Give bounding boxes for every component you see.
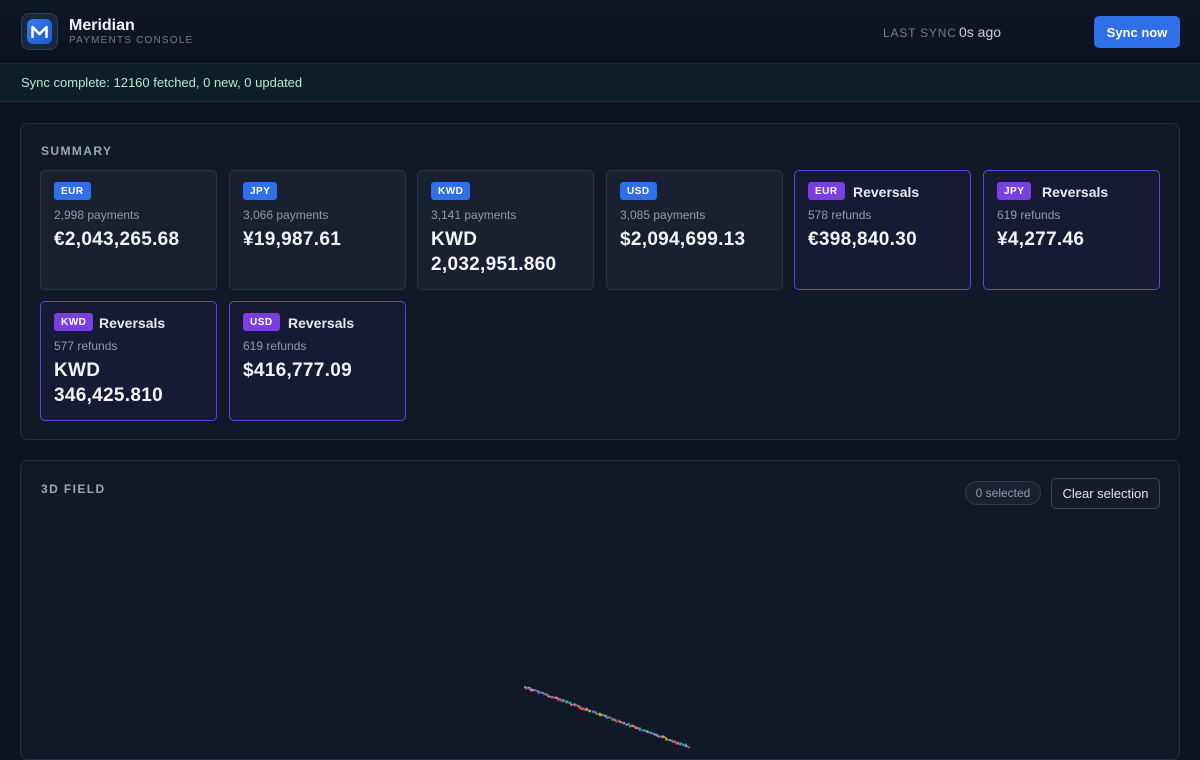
field-point[interactable] [609, 716, 612, 719]
field-point[interactable] [636, 727, 639, 730]
refund-amount: KWD 346,425.810 [54, 360, 163, 406]
summary-card-kwd-payments: KWD 3,141 payments KWD 2,032,951.860 [417, 170, 594, 290]
refund-amount: ¥4,277.46 [997, 229, 1085, 250]
field-point[interactable] [548, 695, 551, 698]
sync-status-banner: Sync complete: 12160 fetched, 0 new, 0 u… [0, 64, 1200, 102]
currency-badge: USD [620, 182, 657, 200]
field-point[interactable] [559, 699, 562, 702]
field-point[interactable] [668, 738, 672, 741]
field-point[interactable] [611, 717, 615, 720]
field-point[interactable] [688, 746, 691, 749]
refund-amount: $416,777.09 [243, 360, 352, 381]
field-point[interactable] [638, 727, 642, 730]
field-point[interactable] [555, 696, 559, 699]
summary-card-jpy-reversals: JPY Reversals 619 refunds ¥4,277.46 [983, 170, 1160, 290]
summary-card-eur-payments: EUR 2,998 payments €2,043,265.68 [40, 170, 217, 290]
summary-title: SUMMARY [41, 144, 113, 158]
brand-subtitle: PAYMENTS CONSOLE [69, 35, 194, 46]
meridian-logo-icon [21, 13, 58, 50]
field-point[interactable] [615, 720, 618, 723]
payment-count: 3,066 payments [243, 208, 329, 222]
field-point[interactable] [537, 692, 540, 695]
summary-card-usd-payments: USD 3,085 payments $2,094,699.13 [606, 170, 783, 290]
currency-badge: JPY [997, 182, 1032, 200]
field-point[interactable] [627, 723, 630, 726]
last-sync-value: 0s ago [959, 24, 1002, 40]
summary-card-jpy-payments: JPY 3,066 payments ¥19,987.61 [229, 170, 406, 290]
payment-count: 3,085 payments [620, 208, 706, 222]
selection-count-badge: 0 selected [965, 481, 1041, 505]
field-point[interactable] [532, 689, 535, 692]
field-point[interactable] [686, 745, 689, 748]
field-point[interactable] [646, 730, 650, 733]
refund-count: 619 refunds [997, 208, 1061, 222]
field-point[interactable] [662, 735, 665, 738]
reversals-label: Reversals [853, 184, 920, 200]
currency-badge: USD [243, 313, 280, 331]
currency-badge: EUR [54, 182, 91, 200]
field-point[interactable] [617, 719, 621, 722]
refund-count: 577 refunds [54, 339, 118, 353]
reversals-label: Reversals [288, 315, 355, 331]
payment-amount: €2,043,265.68 [54, 229, 180, 250]
field-point[interactable] [620, 721, 623, 724]
clear-selection-button[interactable]: Clear selection [1051, 478, 1160, 509]
payment-amount: ¥19,987.61 [243, 229, 342, 250]
refund-count: 619 refunds [243, 339, 307, 353]
field-point[interactable] [602, 713, 605, 716]
field-point[interactable] [595, 712, 598, 715]
field-point[interactable] [570, 703, 573, 706]
sync-now-button[interactable]: Sync now [1094, 16, 1180, 48]
field-point[interactable] [681, 743, 685, 746]
field-point[interactable] [679, 742, 683, 745]
app-header: Meridian PAYMENTS CONSOLE LAST SYNC 0s a… [0, 0, 1200, 64]
summary-card-usd-reversals: USD Reversals 619 refunds $416,777.09 [229, 301, 406, 421]
field-point[interactable] [562, 699, 565, 702]
field-point[interactable] [553, 696, 557, 700]
currency-badge: EUR [808, 182, 845, 200]
field-point[interactable] [543, 693, 546, 696]
last-sync-label: LAST SYNC [883, 26, 957, 40]
payment-amount: $2,094,699.13 [620, 229, 746, 250]
field-point[interactable] [557, 697, 561, 700]
payment-amount: KWD 2,032,951.860 [431, 229, 557, 275]
currency-badge: JPY [243, 182, 278, 200]
field-point[interactable] [589, 709, 592, 712]
refund-amount: €398,840.30 [808, 229, 917, 250]
currency-badge: KWD [54, 313, 94, 331]
3d-field-title: 3D FIELD [41, 482, 106, 496]
field-point[interactable] [582, 707, 585, 710]
reversals-label: Reversals [99, 315, 166, 331]
3d-field-canvas[interactable] [21, 521, 1179, 751]
3d-field-panel: 3D FIELD 0 selected Clear selection [20, 460, 1180, 760]
brand-name: Meridian [69, 17, 135, 34]
field-point[interactable] [623, 722, 626, 725]
reversals-label: Reversals [1042, 184, 1109, 200]
summary-card-kwd-reversals: KWD Reversals 577 refunds KWD 346,425.81… [40, 301, 217, 421]
refund-count: 578 refunds [808, 208, 872, 222]
field-point[interactable] [567, 701, 570, 704]
field-point[interactable] [577, 705, 580, 708]
payment-count: 3,141 payments [431, 208, 517, 222]
payment-count: 2,998 payments [54, 208, 140, 222]
summary-card-eur-reversals: EUR Reversals 578 refunds €398,840.30 [794, 170, 971, 290]
currency-badge: KWD [431, 182, 471, 200]
field-point[interactable] [665, 738, 668, 741]
summary-panel: SUMMARY EUR 2,998 payments €2,043,265.68… [20, 123, 1180, 440]
